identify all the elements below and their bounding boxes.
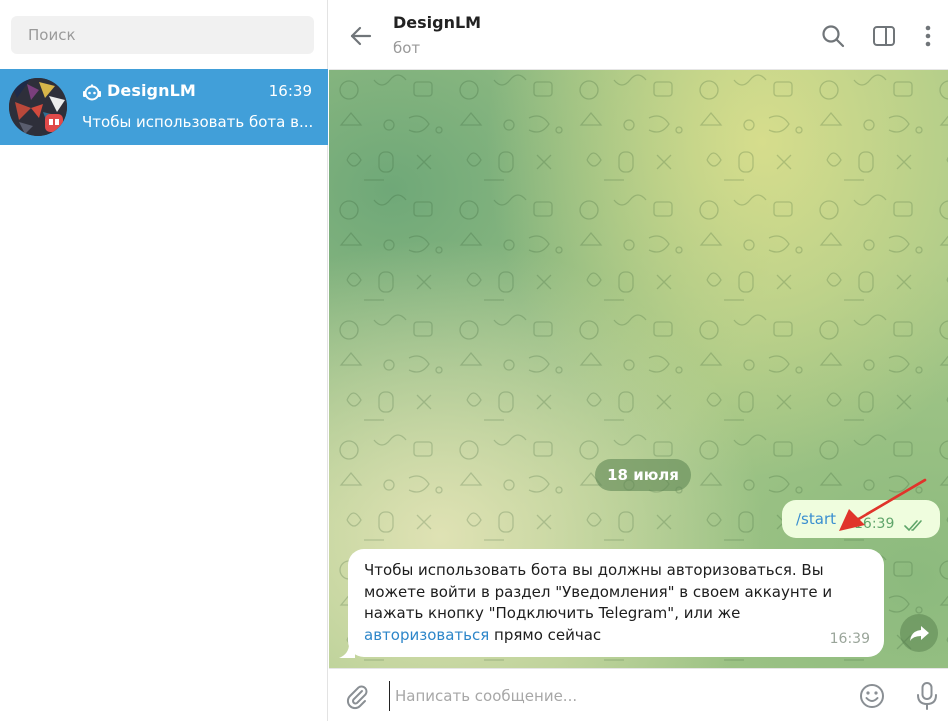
attach-icon[interactable] <box>343 682 371 710</box>
chat-area: 18 июля /start 16:39 Чтобы использовать … <box>329 70 948 668</box>
composer <box>329 668 948 721</box>
double-check-icon <box>904 520 922 532</box>
chat-list-item[interactable]: DesignLM 16:39 Чтобы использовать бота в… <box>0 69 328 145</box>
chat-time: 16:39 <box>268 82 312 100</box>
search-box[interactable] <box>11 16 314 54</box>
mic-icon[interactable] <box>914 681 940 711</box>
chat-header: DesignLM бот <box>329 0 948 70</box>
authorize-link[interactable]: авторизоваться <box>364 626 489 644</box>
chat-title[interactable]: DesignLM <box>393 13 481 32</box>
incoming-message-text: Чтобы использовать бота вы должны автори… <box>364 561 833 644</box>
emoji-icon[interactable] <box>858 682 886 710</box>
search-input[interactable] <box>11 16 314 54</box>
search-icon[interactable] <box>819 22 847 50</box>
sidebar-toggle-icon[interactable] <box>870 22 898 50</box>
outgoing-message-text[interactable]: /start <box>796 510 836 528</box>
sidebar: DesignLM 16:39 Чтобы использовать бота в… <box>0 0 328 721</box>
avatar <box>9 78 67 136</box>
bot-icon <box>83 84 101 101</box>
incoming-message-time: 16:39 <box>829 631 870 647</box>
forward-icon <box>910 626 929 641</box>
back-arrow-icon[interactable] <box>347 22 375 50</box>
outgoing-message-time: 16:39 <box>854 516 895 532</box>
chat-preview: Чтобы использовать бота в... <box>82 113 314 131</box>
chat-subtitle: бот <box>393 39 421 57</box>
forward-button[interactable] <box>900 614 938 652</box>
message-input[interactable] <box>389 681 849 711</box>
date-separator: 18 июля <box>595 459 691 491</box>
outgoing-message[interactable]: /start 16:39 <box>782 500 940 538</box>
more-vertical-icon[interactable] <box>914 22 942 50</box>
incoming-message[interactable]: Чтобы использовать бота вы должны автори… <box>348 549 884 657</box>
chat-name: DesignLM <box>107 81 196 100</box>
